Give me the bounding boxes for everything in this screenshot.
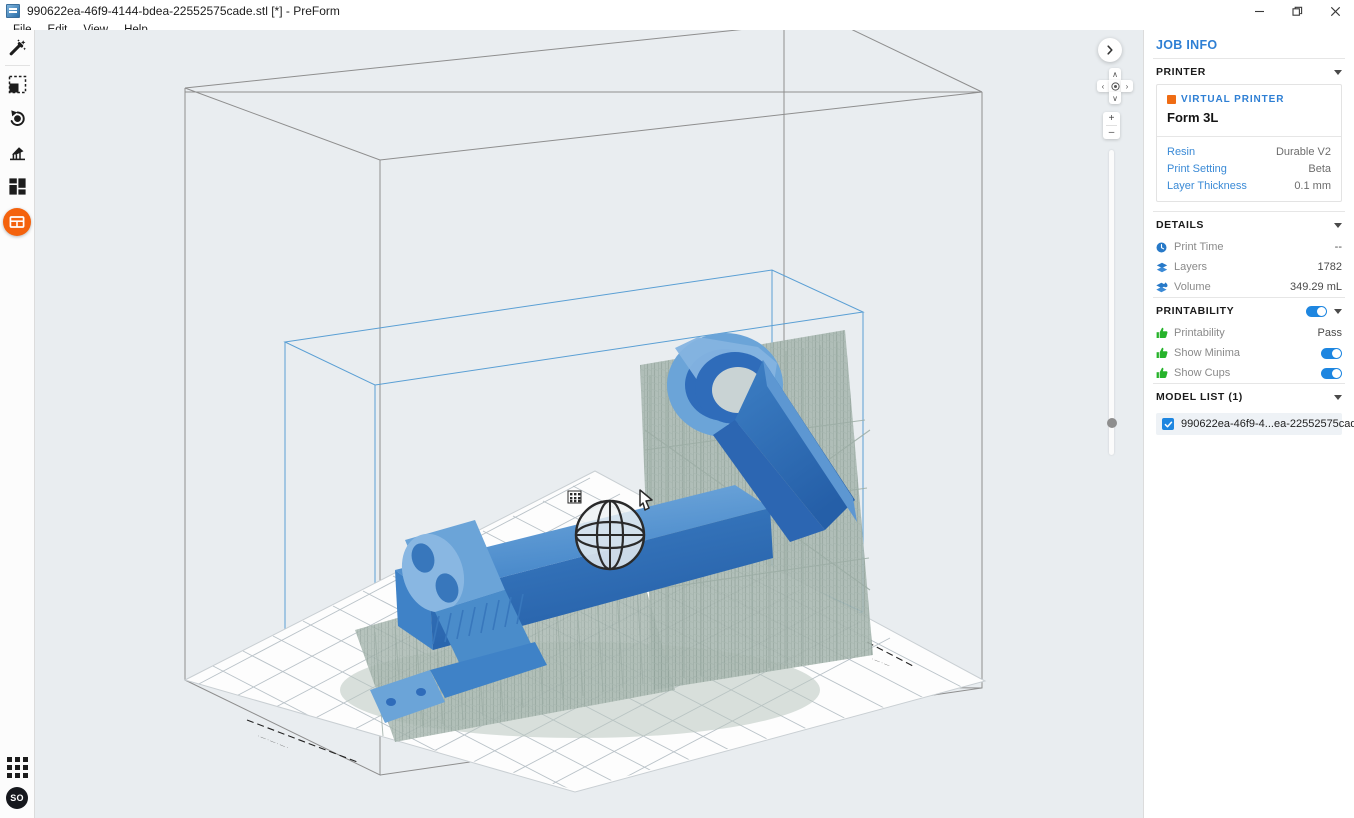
chevron-down-icon[interactable] (1334, 222, 1342, 228)
pan-left-button[interactable]: ‹ (1097, 80, 1109, 92)
scene-render: · — · — · — · · — · — (35, 30, 1143, 818)
chevron-down-icon[interactable] (1334, 308, 1342, 314)
printability-row-show-cups: Show Cups (1153, 363, 1345, 383)
panel-title: JOB INFO (1156, 38, 1218, 52)
resin-value: Durable V2 (1275, 145, 1331, 158)
panel-collapse-button[interactable] (1098, 38, 1122, 62)
printer-card[interactable]: VIRTUAL PRINTER Form 3L Resin Durable V2… (1156, 84, 1342, 202)
show-cups-toggle[interactable] (1321, 367, 1342, 379)
window-title: 990622ea-46f9-4144-bdea-22552575cade.stl… (27, 4, 340, 18)
grid-icon-button[interactable] (0, 747, 35, 787)
clock-icon (1156, 242, 1174, 253)
volume-icon (1156, 281, 1174, 293)
chevron-down-icon[interactable] (1334, 69, 1342, 75)
grid-icon (6, 756, 28, 778)
virtual-printer-label: VIRTUAL PRINTER (1181, 94, 1285, 105)
details-section-label: DETAILS (1156, 219, 1204, 231)
thumbs-up-icon (1156, 367, 1174, 379)
title-bar: 990622ea-46f9-4144-bdea-22552575cade.stl… (0, 0, 1354, 22)
app-icon (6, 4, 20, 18)
volume-label: Volume (1174, 281, 1211, 293)
thumbs-up-icon (1156, 347, 1174, 359)
model-name: 990622ea-46f9-4...ea-22552575cade (1181, 418, 1354, 430)
printer-row-print-setting[interactable]: Print Setting Beta (1167, 160, 1331, 177)
detail-row-volume: Volume 349.29 mL (1153, 277, 1345, 297)
zoom-out-button[interactable]: – (1103, 126, 1120, 139)
layout-tool-button[interactable] (0, 169, 35, 203)
details-section-header[interactable]: DETAILS (1153, 211, 1345, 237)
viewport-3d[interactable]: · — · — · — · · — · — ∧ ‹ › ∨ + – (35, 30, 1143, 818)
job-info-panel: JOB INFO PRINTER VIRTUAL PRINTER Form 3L… (1143, 30, 1354, 818)
pan-right-button[interactable]: › (1121, 80, 1133, 92)
clipping-slider-track[interactable] (1109, 150, 1114, 455)
avatar[interactable]: SO (6, 787, 28, 809)
show-minima-toggle[interactable] (1321, 347, 1342, 359)
detail-row-print-time: Print Time -- (1153, 237, 1345, 257)
volume-value: 349.29 mL (1290, 281, 1342, 293)
list-item[interactable]: 990622ea-46f9-4...ea-22552575cade (1156, 413, 1354, 435)
layer-thickness-value: 0.1 mm (1294, 179, 1331, 192)
print-tool-button[interactable] (3, 208, 31, 236)
print-setting-value: Beta (1308, 162, 1331, 175)
printability-status-label: Printability (1174, 327, 1225, 339)
supports-tool-button[interactable] (0, 135, 35, 169)
orientation-tool-button[interactable] (0, 101, 35, 135)
restore-button[interactable] (1278, 0, 1316, 22)
print-time-label: Print Time (1174, 241, 1224, 253)
printer-section-header[interactable]: PRINTER (1153, 58, 1345, 84)
printer-name: Form 3L (1167, 110, 1219, 125)
model-list-section-header[interactable]: MODEL LIST (1) (1153, 383, 1345, 409)
clipping-slider-thumb[interactable] (1106, 418, 1117, 428)
printability-row-show-minima: Show Minima (1153, 343, 1345, 363)
printability-section-label: PRINTABILITY (1156, 305, 1235, 317)
show-cups-label: Show Cups (1174, 367, 1231, 379)
orientation-gizmo-sphere[interactable] (574, 499, 646, 571)
select-tool-button[interactable] (0, 67, 35, 101)
virtual-printer-row: VIRTUAL PRINTER (1167, 94, 1331, 105)
toolbar-divider (4, 65, 30, 66)
print-time-value: -- (1334, 241, 1342, 253)
printer-section-label: PRINTER (1156, 66, 1206, 78)
pan-down-button[interactable]: ∨ (1109, 92, 1121, 104)
layers-label: Layers (1174, 261, 1208, 273)
zoom-in-button[interactable]: + (1103, 112, 1120, 125)
printer-row-layer-thickness[interactable]: Layer Thickness 0.1 mm (1167, 177, 1331, 194)
preform-window: 990622ea-46f9-4144-bdea-22552575cade.stl… (0, 0, 1354, 818)
layer-thickness-label: Layer Thickness (1167, 179, 1247, 192)
layers-icon (1156, 262, 1174, 273)
pan-up-button[interactable]: ∧ (1109, 68, 1121, 80)
clipping-slider[interactable] (1106, 150, 1117, 455)
detail-row-layers: Layers 1782 (1153, 257, 1345, 277)
model-list-section-label: MODEL LIST (1) (1156, 391, 1243, 403)
printability-row-status: Printability Pass (1153, 323, 1345, 343)
viewport-nav-controls: ∧ ‹ › ∨ + – (1088, 30, 1143, 455)
layers-value: 1782 (1317, 261, 1342, 273)
printability-master-toggle[interactable] (1306, 305, 1327, 317)
printer-status-icon (1167, 95, 1176, 104)
thumbs-up-icon (1156, 327, 1174, 339)
printer-card-body: Resin Durable V2 Print Setting Beta Laye… (1157, 136, 1341, 201)
close-button[interactable] (1316, 0, 1354, 22)
left-toolbar: SO (0, 30, 35, 818)
view-center-icon[interactable] (1109, 80, 1121, 92)
window-controls (1240, 0, 1354, 22)
printer-row-resin[interactable]: Resin Durable V2 (1167, 143, 1331, 160)
chevron-down-icon[interactable] (1334, 394, 1342, 400)
magic-wand-tool-button[interactable] (0, 30, 35, 64)
print-setting-label: Print Setting (1167, 162, 1227, 175)
zoom-controls: + – (1103, 112, 1120, 139)
resin-label: Resin (1167, 145, 1196, 158)
model-checkbox[interactable] (1162, 418, 1174, 430)
show-minima-label: Show Minima (1174, 347, 1241, 359)
pan-dpad: ∧ ‹ › ∨ (1097, 68, 1133, 104)
minimize-button[interactable] (1240, 0, 1278, 22)
printability-section-header[interactable]: PRINTABILITY (1153, 297, 1345, 323)
printer-card-top: VIRTUAL PRINTER Form 3L (1157, 85, 1341, 136)
printability-status-value: Pass (1317, 327, 1342, 339)
